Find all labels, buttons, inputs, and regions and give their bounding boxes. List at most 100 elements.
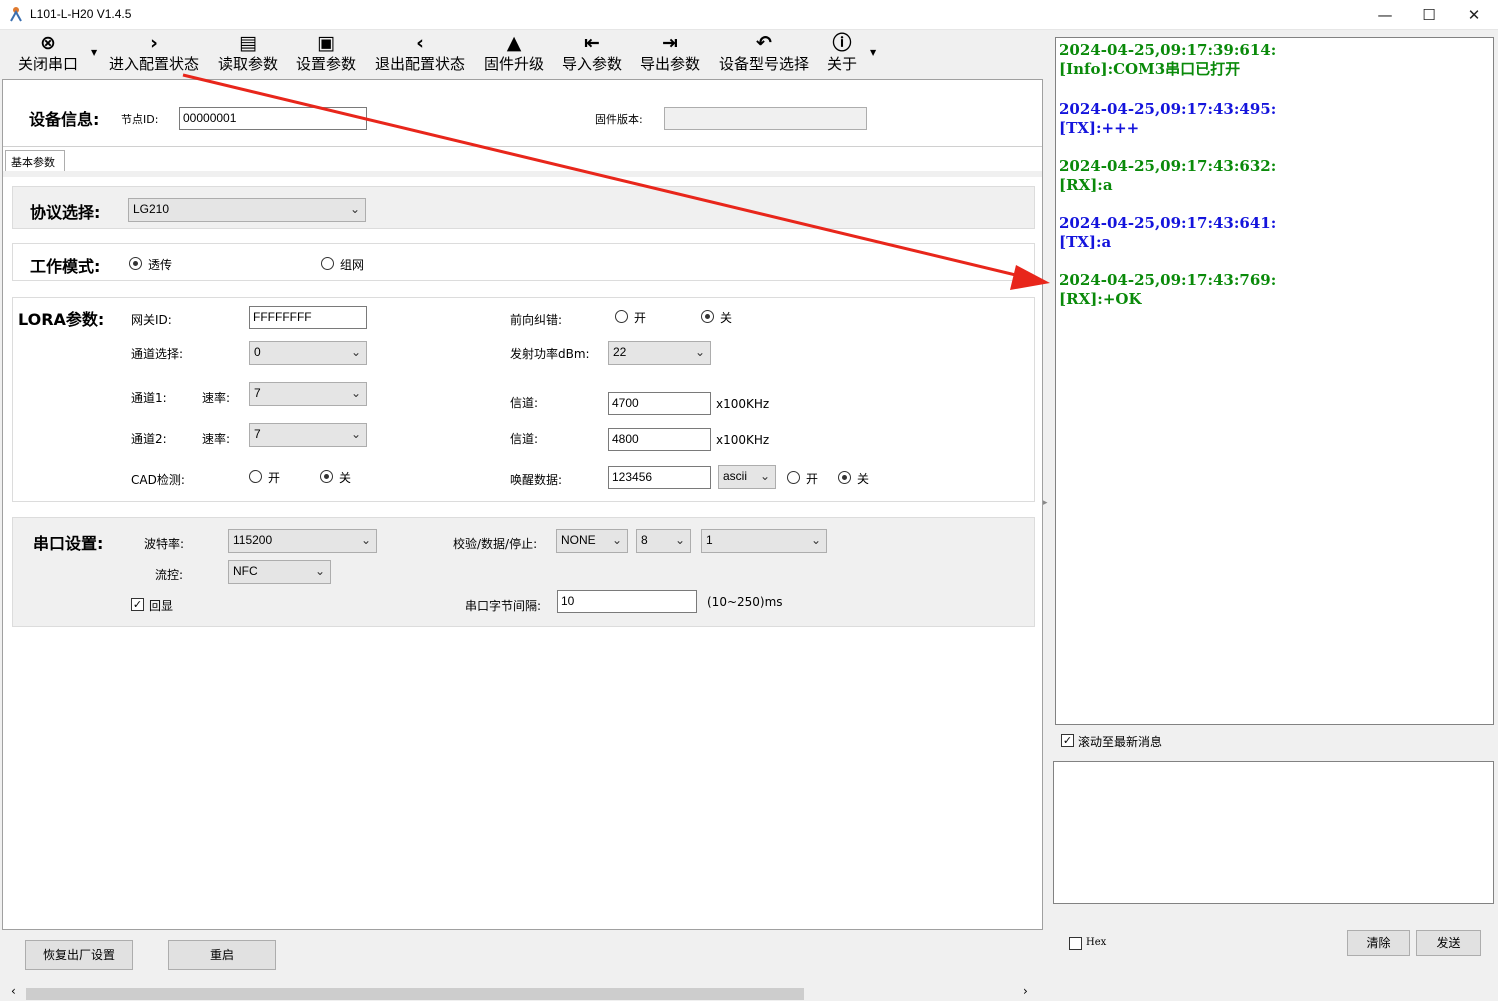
gateway-id-label: 网关ID: xyxy=(131,313,172,327)
echo-checkbox[interactable]: ✓ xyxy=(131,598,144,611)
fec-on-label: 开 xyxy=(634,311,647,325)
chevron-down-icon: ⌄ xyxy=(694,345,705,359)
parity-select[interactable]: NONE ⌄ xyxy=(556,529,628,553)
chevron-left-icon: ‹ xyxy=(416,32,424,54)
send-textarea[interactable] xyxy=(1053,761,1494,904)
tx-power-select[interactable]: 22 ⌄ xyxy=(608,341,711,365)
channel2-rate-select[interactable]: 7 ⌄ xyxy=(249,423,367,447)
log-entry: 2024-04-25,09:17:43:632: [RX]:a xyxy=(1059,157,1277,194)
restart-button[interactable]: 重启 xyxy=(168,940,276,970)
scroll-left-icon[interactable]: ‹ xyxy=(11,984,16,998)
factory-reset-button[interactable]: 恢复出厂设置 xyxy=(25,940,133,970)
interval-range: (10~250)ms xyxy=(707,595,783,609)
channel1-label: 通道1: xyxy=(131,391,167,405)
wake-on-label: 开 xyxy=(806,472,819,486)
flow-control-select[interactable]: NFC ⌄ xyxy=(228,560,331,584)
enter-config-button[interactable]: › 进入配置状态 xyxy=(104,30,204,78)
work-mode-network-radio[interactable] xyxy=(321,257,334,270)
protocol-select[interactable]: LG210 ⌄ xyxy=(128,198,366,222)
chevron-down-icon: ⌄ xyxy=(759,469,770,483)
channel2-rate-label: 速率: xyxy=(202,432,231,446)
baud-select[interactable]: 115200 ⌄ xyxy=(228,529,377,553)
wake-off-radio[interactable] xyxy=(838,471,851,484)
work-mode-section: 工作模式: 透传 组网 xyxy=(12,243,1035,281)
minimize-button[interactable]: — xyxy=(1362,0,1408,30)
log-view[interactable]: 2024-04-25,09:17:39:614: [Info]:COM3串口已打… xyxy=(1055,37,1494,725)
splitter-handle[interactable]: ▸ xyxy=(1043,470,1051,540)
export-icon: ⇥ xyxy=(662,32,678,54)
gateway-id-input[interactable]: FFFFFFFF xyxy=(249,306,367,329)
splitter-arrow-icon: ▸ xyxy=(1043,498,1048,508)
toolbar: ⊗ 关闭串口 ▼ › 进入配置状态 ▤ 读取参数 ▣ 设置参数 ‹ 退出配置状态… xyxy=(4,30,1046,78)
maximize-button[interactable]: ☐ xyxy=(1406,0,1452,30)
wake-data-input[interactable]: 123456 xyxy=(608,466,711,489)
wake-data-label: 唤醒数据: xyxy=(510,473,563,487)
scroll-thumb[interactable] xyxy=(26,988,804,1000)
horizontal-scrollbar[interactable]: ‹ › xyxy=(11,983,1037,1001)
close-button[interactable]: ✕ xyxy=(1451,0,1497,30)
divider xyxy=(3,146,1042,147)
channel2-freq-label: 信道: xyxy=(510,432,539,446)
chevron-down-icon: ⌄ xyxy=(810,533,821,547)
title-bar: L101-L-H20 V1.4.5 — ☐ ✕ xyxy=(0,0,1498,30)
interval-label: 串口字节间隔: xyxy=(465,599,542,613)
channel1-unit: x100KHz xyxy=(716,397,770,411)
close-port-button[interactable]: ⊗ 关闭串口 xyxy=(12,30,84,78)
channel1-rate-select[interactable]: 7 ⌄ xyxy=(249,382,367,406)
cad-off-radio[interactable] xyxy=(320,470,333,483)
exit-config-button[interactable]: ‹ 退出配置状态 xyxy=(370,30,470,78)
fec-off-radio[interactable] xyxy=(701,310,714,323)
autoscroll-label: 滚动至最新消息 xyxy=(1078,735,1163,749)
tab-basic-params[interactable]: 基本参数 xyxy=(5,150,65,172)
log-entry: 2024-04-25,09:17:39:614: [Info]:COM3串口已打… xyxy=(1059,41,1277,78)
hex-checkbox[interactable] xyxy=(1069,937,1082,950)
hex-label: Hex xyxy=(1086,937,1107,948)
device-model-button[interactable]: ↶ 设备型号选择 xyxy=(714,30,814,78)
firmware-label: 固件版本: xyxy=(595,113,643,126)
channel2-label: 通道2: xyxy=(131,432,167,446)
chevron-down-icon: ⌄ xyxy=(611,533,622,547)
save-icon: ▣ xyxy=(317,32,335,54)
parity-label: 校验/数据/停止: xyxy=(453,537,538,551)
firmware-upgrade-button[interactable]: ▲ 固件升级 xyxy=(480,30,548,78)
channel1-freq-input[interactable]: 4700 xyxy=(608,392,711,415)
lora-header: LORA参数: xyxy=(18,310,105,329)
work-mode-header: 工作模式: xyxy=(30,257,101,276)
autoscroll-checkbox[interactable]: ✓ xyxy=(1061,734,1074,747)
fec-on-radio[interactable] xyxy=(615,310,628,323)
clear-button[interactable]: 清除 xyxy=(1347,930,1410,956)
dropdown-arrow-icon[interactable]: ▼ xyxy=(91,48,97,57)
read-params-button[interactable]: ▤ 读取参数 xyxy=(214,30,282,78)
import-icon: ⇤ xyxy=(584,32,600,54)
interval-input[interactable]: 10 xyxy=(557,590,697,613)
chevron-down-icon: ⌄ xyxy=(350,345,361,359)
stop-bits-select[interactable]: 1 ⌄ xyxy=(701,529,827,553)
channel2-freq-input[interactable]: 4800 xyxy=(608,428,711,451)
import-params-button[interactable]: ⇤ 导入参数 xyxy=(558,30,626,78)
protocol-section: 协议选择: LG210 ⌄ xyxy=(12,186,1035,229)
wake-off-label: 关 xyxy=(857,472,870,486)
dropdown-arrow-icon[interactable]: ▼ xyxy=(870,48,876,57)
channel-select[interactable]: 0 ⌄ xyxy=(249,341,367,365)
export-params-button[interactable]: ⇥ 导出参数 xyxy=(636,30,704,78)
channel1-freq-label: 信道: xyxy=(510,396,539,410)
wake-on-radio[interactable] xyxy=(787,471,800,484)
node-id-input[interactable]: 00000001 xyxy=(179,107,367,130)
send-button[interactable]: 发送 xyxy=(1416,930,1481,956)
work-mode-transparent-radio[interactable] xyxy=(129,257,142,270)
chevron-down-icon: ⌄ xyxy=(314,564,325,578)
about-button[interactable]: ⓘ 关于 xyxy=(822,30,862,78)
lora-section: LORA参数: 网关ID: FFFFFFFF 前向纠错: 开 关 通道选择: 0… xyxy=(12,297,1035,502)
scroll-right-icon[interactable]: › xyxy=(1023,984,1028,998)
wake-format-select[interactable]: ascii ⌄ xyxy=(718,465,776,489)
data-bits-select[interactable]: 8 ⌄ xyxy=(636,529,691,553)
firmware-version-field xyxy=(664,107,867,130)
work-mode-transparent-label: 透传 xyxy=(148,258,173,272)
cad-on-radio[interactable] xyxy=(249,470,262,483)
window-title: L101-L-H20 V1.4.5 xyxy=(30,7,132,21)
node-id-label: 节点ID: xyxy=(121,113,159,126)
close-port-icon: ⊗ xyxy=(40,32,56,54)
set-params-button[interactable]: ▣ 设置参数 xyxy=(292,30,360,78)
read-params-icon: ▤ xyxy=(239,32,257,54)
log-entry: 2024-04-25,09:17:43:641: [TX]:a xyxy=(1059,214,1277,251)
